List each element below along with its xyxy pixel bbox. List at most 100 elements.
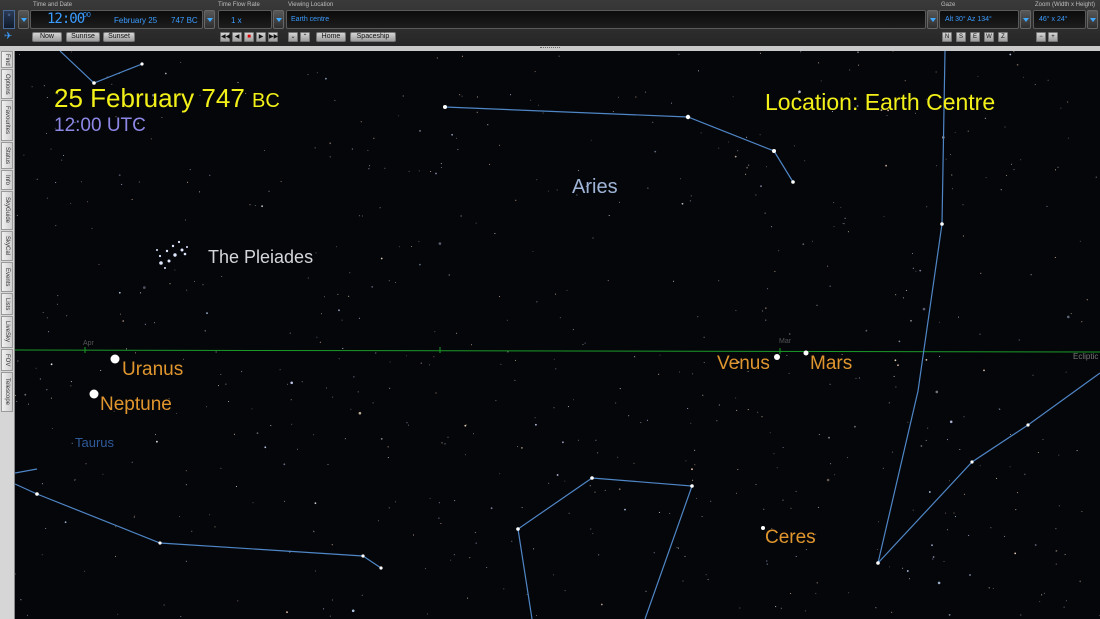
sunset-button[interactable]: Sunset: [103, 32, 135, 42]
gaze-south-button[interactable]: S: [956, 32, 966, 42]
gaze-west-button[interactable]: W: [984, 32, 994, 42]
tab-skyguide[interactable]: SkyGuide: [1, 191, 13, 230]
gaze-north-button[interactable]: N: [942, 32, 952, 42]
background-star: [249, 204, 251, 206]
aries-label[interactable]: Aries: [572, 176, 618, 199]
tab-favourites[interactable]: Favourites: [1, 100, 13, 141]
app-logo-icon[interactable]: ☼: [3, 10, 15, 29]
step-back-icon[interactable]: ◀: [232, 32, 242, 42]
venus-label[interactable]: Venus: [717, 353, 770, 375]
time-seconds[interactable]: 00: [83, 12, 91, 19]
time-main[interactable]: 12:00: [47, 11, 85, 27]
background-star: [457, 149, 459, 150]
background-star: [438, 242, 442, 245]
now-button[interactable]: Now: [32, 32, 62, 42]
star[interactable]: [1026, 423, 1030, 427]
tab-options[interactable]: Options: [1, 69, 13, 99]
uranus-marker[interactable]: [110, 354, 120, 364]
background-star: [619, 201, 620, 203]
play-icon[interactable]: ▶: [256, 32, 266, 42]
background-star: [748, 164, 750, 166]
tab-find[interactable]: Find: [1, 51, 13, 68]
star[interactable]: [516, 527, 520, 531]
uranus-label[interactable]: Uranus: [122, 359, 183, 381]
star[interactable]: [158, 541, 162, 545]
star[interactable]: [970, 460, 974, 464]
pin-icon[interactable]: ✈: [4, 32, 12, 42]
taurus-label[interactable]: Taurus: [75, 435, 114, 450]
viewing-location-display[interactable]: Earth centre: [286, 10, 926, 29]
zoom-value[interactable]: 46° x 24°: [1039, 16, 1068, 23]
skip-back-icon[interactable]: ◀◀: [220, 32, 230, 42]
tab-telescope[interactable]: Telescope: [1, 372, 13, 412]
stop-icon[interactable]: ■: [244, 32, 254, 42]
time-flow-header: Time Flow Rate: [218, 2, 260, 8]
star[interactable]: [772, 149, 776, 153]
chevron-up-icon[interactable]: ⌃: [300, 32, 310, 42]
viewing-location-dropdown[interactable]: [927, 10, 938, 29]
tab-info[interactable]: Info: [1, 170, 13, 190]
gaze-dropdown[interactable]: [1020, 10, 1031, 29]
time-flow-display[interactable]: 1 x: [218, 10, 272, 29]
sky-chart[interactable]: [15, 51, 1100, 619]
spaceship-button[interactable]: Spaceship: [350, 32, 396, 42]
gaze-zenith-button[interactable]: Z: [998, 32, 1008, 42]
star[interactable]: [590, 476, 594, 480]
home-button[interactable]: Home: [316, 32, 346, 42]
background-star: [817, 506, 819, 508]
mars-marker[interactable]: [803, 350, 809, 356]
tab-status[interactable]: Status: [1, 142, 13, 169]
background-star: [349, 272, 351, 274]
background-star: [51, 428, 53, 429]
chevron-down-icon[interactable]: ⌄: [288, 32, 298, 42]
star[interactable]: [140, 62, 144, 66]
gaze-display[interactable]: Alt 30° Az 134°: [939, 10, 1019, 29]
splitter-grip[interactable]: [540, 47, 560, 50]
background-star: [332, 396, 334, 398]
date-dropdown[interactable]: [204, 10, 215, 29]
star[interactable]: [791, 180, 795, 184]
zoom-display[interactable]: 46° x 24°: [1033, 10, 1086, 29]
star[interactable]: [443, 105, 447, 109]
ceres-label[interactable]: Ceres: [765, 527, 816, 549]
tab-events[interactable]: Events: [1, 262, 13, 292]
viewing-location-value[interactable]: Earth centre: [291, 16, 329, 23]
time-menu-dropdown[interactable]: [18, 10, 29, 29]
tab-lists[interactable]: Lists: [1, 293, 13, 315]
year-value[interactable]: 747 BC: [171, 16, 198, 25]
zoom-out-button[interactable]: −: [1036, 32, 1046, 42]
neptune-label[interactable]: Neptune: [100, 394, 172, 416]
background-star: [367, 149, 369, 151]
pleiades-cluster[interactable]: [156, 240, 188, 269]
time-flow-value[interactable]: 1 x: [231, 16, 242, 25]
background-star: [316, 72, 318, 74]
star[interactable]: [379, 566, 383, 570]
tab-skycal[interactable]: SkyCal: [1, 231, 13, 261]
background-star: [902, 297, 904, 299]
time-flow-dropdown[interactable]: [273, 10, 284, 29]
star[interactable]: [35, 492, 39, 496]
gaze-value[interactable]: Alt 30° Az 134°: [945, 16, 992, 23]
zoom-in-button[interactable]: +: [1048, 32, 1058, 42]
star[interactable]: [685, 114, 691, 120]
mars-label[interactable]: Mars: [810, 353, 852, 375]
tab-fov[interactable]: FOV: [1, 349, 13, 371]
sunrise-button[interactable]: Sunrise: [66, 32, 100, 42]
background-star: [949, 420, 953, 424]
zoom-dropdown[interactable]: [1087, 10, 1098, 29]
star[interactable]: [361, 554, 365, 558]
neptune-marker[interactable]: [89, 389, 99, 399]
background-star: [27, 614, 29, 616]
tab-livesky[interactable]: LiveSky: [1, 316, 13, 348]
star[interactable]: [876, 561, 880, 565]
pleiades-label[interactable]: The Pleiades: [208, 247, 313, 268]
venus-marker[interactable]: [774, 354, 780, 360]
star[interactable]: [940, 222, 944, 226]
sky-view[interactable]: 25 February 747 BC 12:00 UTC Location: E…: [15, 51, 1100, 619]
gaze-east-button[interactable]: E: [970, 32, 980, 42]
star[interactable]: [690, 484, 694, 488]
background-star: [653, 552, 655, 554]
date-value[interactable]: February 25: [114, 16, 157, 25]
skip-forward-icon[interactable]: ▶▶: [268, 32, 278, 42]
time-date-display[interactable]: 12:00 00 February 25 747 BC: [30, 10, 203, 29]
